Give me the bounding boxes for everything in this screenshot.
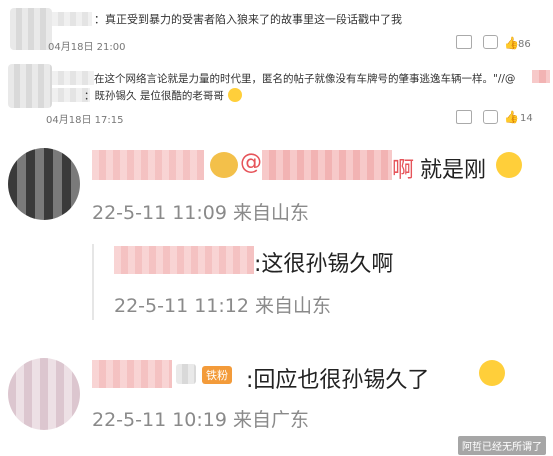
laughing-emoji-icon bbox=[228, 88, 242, 102]
avatar[interactable] bbox=[10, 8, 52, 50]
fan-avatar-badge bbox=[176, 364, 196, 384]
share-icon[interactable] bbox=[456, 35, 472, 49]
avatar[interactable] bbox=[8, 64, 52, 108]
username[interactable] bbox=[52, 12, 92, 26]
comment-text-line2: ：既孙锡久 是位很酷的老哥哥 bbox=[84, 90, 224, 102]
comment-text: ：真正受到暴力的受害者陷入狼来了的故事里这一段话戳中了我 bbox=[94, 13, 402, 26]
reply-thread-line bbox=[92, 244, 94, 320]
comment-icon[interactable] bbox=[483, 110, 498, 124]
comment-text: :回应也很孙锡久了 bbox=[246, 368, 430, 393]
watermark: 阿哲已经无所谓了 bbox=[458, 436, 546, 455]
comment-date: 04月18日 17:15 bbox=[46, 115, 124, 126]
mention-link[interactable]: @ bbox=[240, 150, 262, 180]
mention-tail: 啊 bbox=[392, 158, 415, 183]
mention-at: @ bbox=[240, 150, 262, 175]
reply-text: :这很孙锡久啊 bbox=[254, 252, 394, 277]
comment-text: 就是刚 bbox=[420, 158, 487, 183]
username[interactable] bbox=[92, 150, 204, 180]
crying-emoji-icon bbox=[479, 360, 506, 386]
avatar[interactable] bbox=[8, 148, 80, 220]
like-icon[interactable]: 👍 bbox=[504, 110, 519, 124]
like-count: 14 bbox=[520, 113, 533, 124]
reply-meta: 22-5-11 11:12 来自山东 bbox=[114, 295, 331, 317]
mention-redacted[interactable] bbox=[532, 70, 550, 83]
fan-badge: 铁粉 bbox=[202, 366, 232, 384]
crying-emoji-icon bbox=[496, 152, 522, 178]
like-icon[interactable]: 👍 bbox=[504, 36, 519, 50]
like-count: 86 bbox=[518, 39, 531, 50]
mention-redacted[interactable] bbox=[262, 150, 392, 180]
avatar[interactable] bbox=[8, 358, 80, 430]
username[interactable] bbox=[114, 246, 254, 274]
username[interactable] bbox=[52, 71, 94, 85]
comment-icon[interactable] bbox=[483, 35, 498, 49]
username[interactable] bbox=[92, 360, 172, 388]
comment-date: 04月18日 21:00 bbox=[48, 42, 126, 53]
vip-crown-icon bbox=[210, 152, 238, 178]
comment-text: 在这个网络言论就是力量的时代里，匿名的帖子就像没有车牌号的肇事逃逸车辆一样。"/… bbox=[94, 73, 516, 85]
share-icon[interactable] bbox=[456, 110, 472, 124]
comment-meta: 22-5-11 10:19 来自广东 bbox=[92, 409, 309, 431]
comment-meta: 22-5-11 11:09 来自山东 bbox=[92, 202, 309, 224]
